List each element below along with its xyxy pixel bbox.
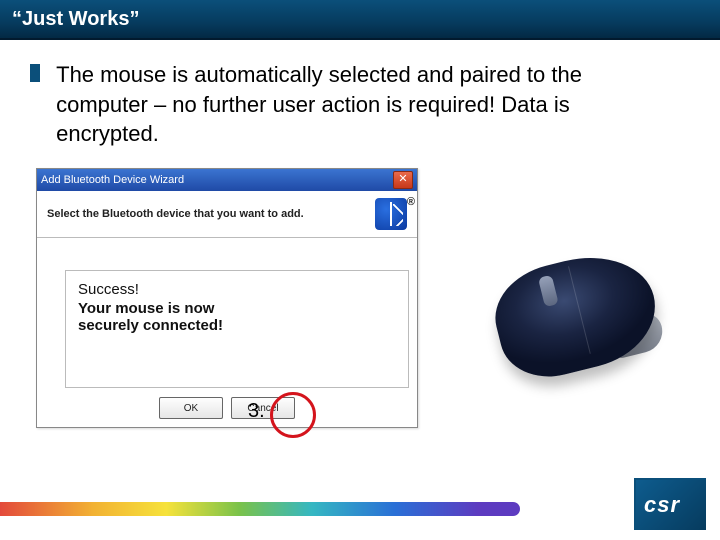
step-number: 3. xyxy=(248,400,265,423)
wizard-body: Success! Your mouse is now securely conn… xyxy=(37,238,417,396)
wizard-message-box: Success! Your mouse is now securely conn… xyxy=(65,270,409,388)
close-icon[interactable]: ✕ xyxy=(393,171,413,189)
wizard-instruction: Select the Bluetooth device that you wan… xyxy=(47,208,304,220)
mouse-image xyxy=(486,240,664,380)
message-line-2: Your mouse is now xyxy=(78,300,396,317)
wizard-titlebar: Add Bluetooth Device Wizard ✕ xyxy=(37,169,417,191)
bullet-marker-icon xyxy=(30,64,40,82)
slide-title-bar: “Just Works” xyxy=(0,0,720,40)
rainbow-stripe-icon xyxy=(0,502,520,516)
csr-logo-text: csr xyxy=(644,492,680,518)
wizard-title: Add Bluetooth Device Wizard xyxy=(41,174,393,186)
slide: “Just Works” The mouse is automatically … xyxy=(0,0,720,540)
bluetooth-wizard-window: Add Bluetooth Device Wizard ✕ Select the… xyxy=(36,168,418,428)
wizard-footer: OK Cancel xyxy=(37,397,417,419)
ok-button[interactable]: OK xyxy=(159,397,223,419)
bullet-item: The mouse is automatically selected and … xyxy=(30,60,690,149)
bullet-text: The mouse is automatically selected and … xyxy=(56,60,676,149)
message-line-1: Success! xyxy=(78,281,396,298)
mouse-body xyxy=(485,242,667,387)
csr-logo: csr xyxy=(634,478,706,530)
registered-trademark: ® xyxy=(407,196,415,208)
message-line-3: securely connected! xyxy=(78,317,396,334)
wizard-header: Select the Bluetooth device that you wan… xyxy=(37,191,417,238)
bluetooth-icon: ® xyxy=(375,198,407,230)
slide-title: “Just Works” xyxy=(0,0,139,38)
